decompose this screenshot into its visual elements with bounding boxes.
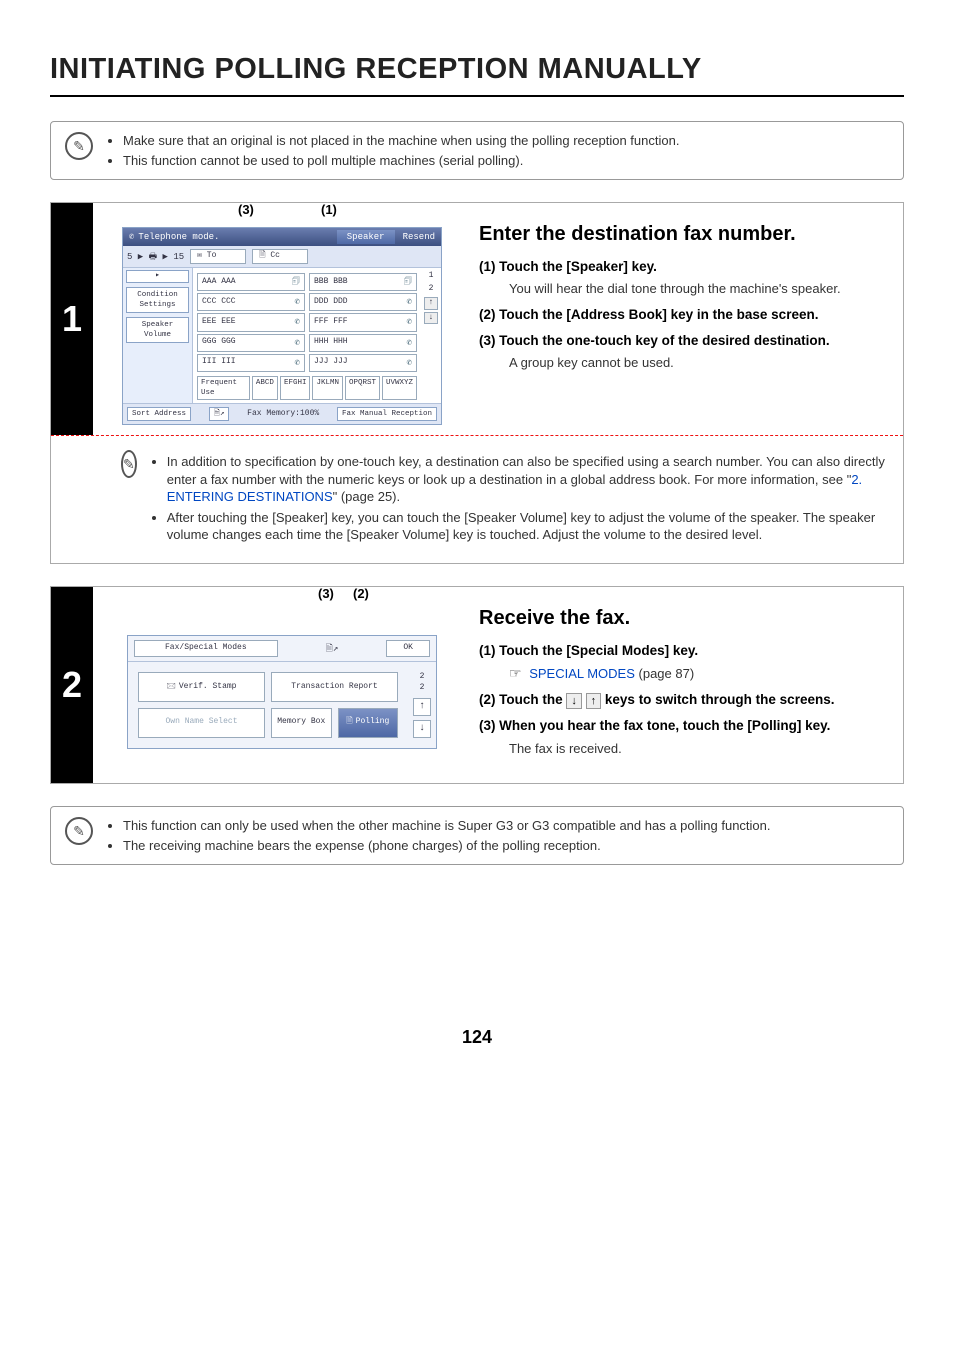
substep-label: (1) <box>479 259 496 274</box>
to-field[interactable]: ✉ To <box>190 249 246 264</box>
note-item: In addition to specification by one-touc… <box>167 453 887 506</box>
substep-body: A group key cannot be used. <box>509 354 885 372</box>
one-touch-key[interactable]: AAA AAA🗊 <box>197 273 305 291</box>
step-2: 2 (3) (2) Fax/Special Modes 🗎↗ OK 🖂Verif… <box>50 586 904 784</box>
one-touch-key[interactable]: FFF FFF✆ <box>309 313 417 331</box>
page-indicator: 2 <box>429 284 434 295</box>
substep-body: ☞ SPECIAL MODES (page 87) <box>509 664 885 683</box>
note-item: After touching the [Speaker] key, you ca… <box>167 509 887 544</box>
preview-icon[interactable]: 🗎↗ <box>326 643 339 655</box>
page-number: 124 <box>50 1025 904 1049</box>
one-touch-key[interactable]: CCC CCC✆ <box>197 293 305 311</box>
preview-icon[interactable]: 🗎↗ <box>209 407 230 421</box>
note-item: Make sure that an original is not placed… <box>123 132 679 150</box>
transaction-report-button[interactable]: Transaction Report <box>271 672 398 702</box>
pencil-icon: ✎ <box>121 450 137 478</box>
one-touch-key[interactable]: GGG GGG✆ <box>197 334 305 352</box>
substep-label: (3) <box>479 333 496 348</box>
one-touch-key[interactable]: DDD DDD✆ <box>309 293 417 311</box>
step-number: 2 <box>51 587 93 783</box>
step2-heading: Receive the fax. <box>479 605 885 632</box>
pencil-icon: ✎ <box>65 132 93 160</box>
callout-2: (2) <box>353 585 369 603</box>
note-box-bottom: ✎ This function can only be used when th… <box>50 806 904 865</box>
substep-title: When you hear the fax tone, touch the [P… <box>499 718 830 733</box>
substep-label: (1) <box>479 643 496 658</box>
up-key-icon: ↑ <box>586 693 602 709</box>
resend-key[interactable]: Resend <box>403 231 435 243</box>
fax-memory-label: Fax Memory:100% <box>247 409 319 420</box>
page-title: INITIATING POLLING RECEPTION MANUALLY <box>50 50 904 97</box>
own-name-select-button: Own Name Select <box>138 708 265 738</box>
page-down-button[interactable]: ↓ <box>424 312 438 325</box>
down-key-icon: ↓ <box>566 693 582 709</box>
condition-settings-button[interactable]: Condition Settings <box>126 287 189 313</box>
polling-button[interactable]: 🗎Polling <box>338 708 399 738</box>
cc-field[interactable]: 🗎 Cc <box>252 249 308 264</box>
substep-body: The fax is received. <box>509 740 885 758</box>
one-touch-key[interactable]: EEE EEE✆ <box>197 313 305 331</box>
note-item: This function can only be used when the … <box>123 817 771 835</box>
side-arrow[interactable]: ▸ <box>126 270 189 283</box>
substep-label: (3) <box>479 718 496 733</box>
one-touch-list: AAA AAA🗊BBB BBB🗊 CCC CCC✆DDD DDD✆ EEE EE… <box>193 268 421 403</box>
pointer-icon: ☞ <box>509 665 522 681</box>
substep-title: Touch the one-touch key of the desired d… <box>499 333 830 348</box>
substep-title: Touch the [Special Modes] key. <box>499 643 698 658</box>
status-label: 5 ▶ 🖶 ▶ 15 <box>127 251 184 263</box>
step-number: 1 <box>51 203 93 435</box>
speaker-volume-button[interactable]: Speaker Volume <box>126 317 189 343</box>
step1-heading: Enter the destination fax number. <box>479 221 885 248</box>
page-indicator: 22 <box>420 672 425 694</box>
note-box-top: ✎ Make sure that an original is not plac… <box>50 121 904 180</box>
note-item: The receiving machine bears the expense … <box>123 837 771 855</box>
one-touch-key[interactable]: III III✆ <box>197 354 305 372</box>
phone-icon: ✆ <box>129 231 134 243</box>
index-tab[interactable]: EFGHI <box>280 376 311 400</box>
verif-stamp-button[interactable]: 🖂Verif. Stamp <box>138 672 265 702</box>
substep-label: (2) <box>479 307 496 322</box>
substep-title: Touch the ↓ ↑ keys to switch through the… <box>499 692 834 707</box>
index-tab[interactable]: Frequent Use <box>197 376 250 400</box>
one-touch-key[interactable]: BBB BBB🗊 <box>309 273 417 291</box>
mock-header-title: Telephone mode. <box>138 231 219 243</box>
substep-title: Touch the [Speaker] key. <box>499 259 657 274</box>
ok-button[interactable]: OK <box>386 640 430 657</box>
address-book-mock: ✆ Telephone mode. Speaker Resend 5 ▶ 🖶 ▶… <box>122 227 442 425</box>
note-item: This function cannot be used to poll mul… <box>123 152 679 170</box>
substep-title: Touch the [Address Book] key in the base… <box>499 307 818 322</box>
callout-3: (3) <box>318 585 334 603</box>
link-special-modes[interactable]: SPECIAL MODES <box>529 666 635 681</box>
page-indicator: 1 <box>429 271 434 282</box>
sort-address-button[interactable]: Sort Address <box>127 407 191 421</box>
page-down-button[interactable]: ↓ <box>413 720 431 738</box>
step-1: 1 (3) (1) ✆ Telephone mode. Speaker Rese… <box>50 202 904 564</box>
page-up-button[interactable]: ↑ <box>424 297 438 310</box>
memory-box-button[interactable]: Memory Box <box>271 708 332 738</box>
page-up-button[interactable]: ↑ <box>413 698 431 716</box>
pencil-icon: ✎ <box>65 817 93 845</box>
one-touch-key[interactable]: HHH HHH✆ <box>309 334 417 352</box>
one-touch-key[interactable]: JJJ JJJ✆ <box>309 354 417 372</box>
panel-title: Fax/Special Modes <box>134 640 278 657</box>
substep-body: You will hear the dial tone through the … <box>509 280 885 298</box>
speaker-key[interactable]: Speaker <box>337 230 395 244</box>
index-tab[interactable]: ABCD <box>252 376 278 400</box>
callout-3: (3) <box>238 201 254 219</box>
special-modes-mock: Fax/Special Modes 🗎↗ OK 🖂Verif. Stamp Tr… <box>127 635 437 748</box>
substep-label: (2) <box>479 692 496 707</box>
callout-1: (1) <box>321 201 337 219</box>
index-tab[interactable]: JKLMN <box>312 376 343 400</box>
index-tab[interactable]: UVWXYZ <box>382 376 417 400</box>
index-tab[interactable]: OPQRST <box>345 376 380 400</box>
fax-manual-reception-button[interactable]: Fax Manual Reception <box>337 407 437 421</box>
